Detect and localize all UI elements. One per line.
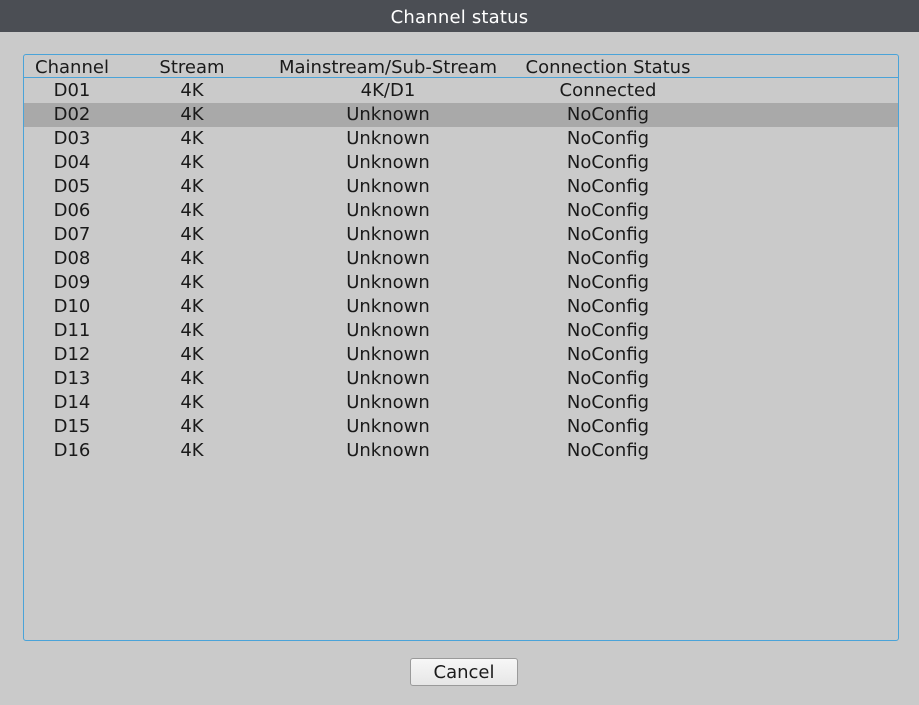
table-row[interactable]: D11 4K Unknown NoConfig xyxy=(24,319,898,343)
cell-stream: 4K xyxy=(180,416,204,437)
cell-mainstream-sub-stream: Unknown xyxy=(346,200,430,221)
cell-stream: 4K xyxy=(180,104,204,125)
table-row[interactable]: D12 4K Unknown NoConfig xyxy=(24,343,898,367)
cell-connection-status: NoConfig xyxy=(566,440,650,461)
cell-connection-status: Connected xyxy=(559,80,657,101)
cell-connection-status: NoConfig xyxy=(566,392,650,413)
cell-mainstream-sub-stream: Unknown xyxy=(346,248,430,269)
cell-mainstream-sub-stream: Unknown xyxy=(346,416,430,437)
cell-channel: D04 xyxy=(53,152,91,173)
cell-connection-status: NoConfig xyxy=(566,128,650,149)
cell-stream: 4K xyxy=(180,272,204,293)
dialog-title: Channel status xyxy=(0,0,919,32)
cell-mainstream-sub-stream: Unknown xyxy=(346,440,430,461)
cell-stream: 4K xyxy=(180,152,204,173)
cell-channel: D09 xyxy=(53,272,91,293)
cell-connection-status: NoConfig xyxy=(566,272,650,293)
cell-connection-status: NoConfig xyxy=(566,176,650,197)
cell-mainstream-sub-stream: Unknown xyxy=(346,224,430,245)
cell-channel: D15 xyxy=(53,416,91,437)
cell-mainstream-sub-stream: Unknown xyxy=(346,320,430,341)
cell-channel: D16 xyxy=(53,440,91,461)
column-header-stream[interactable]: Stream xyxy=(136,55,248,78)
cell-channel: D14 xyxy=(53,392,91,413)
cell-channel: D01 xyxy=(53,80,91,101)
cell-stream: 4K xyxy=(180,176,204,197)
cell-connection-status: NoConfig xyxy=(566,344,650,365)
cell-stream: 4K xyxy=(180,368,204,389)
cell-mainstream-sub-stream: Unknown xyxy=(346,128,430,149)
column-header-channel[interactable]: Channel xyxy=(24,55,120,78)
cell-mainstream-sub-stream: Unknown xyxy=(346,152,430,173)
cell-connection-status: NoConfig xyxy=(566,368,650,389)
column-header-mainstream-sub-stream[interactable]: Mainstream/Sub-Stream xyxy=(272,55,504,78)
cell-channel: D13 xyxy=(53,368,91,389)
cell-mainstream-sub-stream: Unknown xyxy=(346,272,430,293)
table-row[interactable]: D05 4K Unknown NoConfig xyxy=(24,175,898,199)
cell-mainstream-sub-stream: 4K/D1 xyxy=(360,80,416,101)
table-row[interactable]: D14 4K Unknown NoConfig xyxy=(24,391,898,415)
cell-stream: 4K xyxy=(180,392,204,413)
table-row[interactable]: D13 4K Unknown NoConfig xyxy=(24,367,898,391)
cell-connection-status: NoConfig xyxy=(566,104,650,125)
cell-channel: D06 xyxy=(53,200,91,221)
table-row[interactable]: D10 4K Unknown NoConfig xyxy=(24,295,898,319)
cell-connection-status: NoConfig xyxy=(566,248,650,269)
table-row[interactable]: D07 4K Unknown NoConfig xyxy=(24,223,898,247)
cell-mainstream-sub-stream: Unknown xyxy=(346,296,430,317)
cell-channel: D12 xyxy=(53,344,91,365)
cell-stream: 4K xyxy=(180,224,204,245)
table-row[interactable]: D04 4K Unknown NoConfig xyxy=(24,151,898,175)
cell-mainstream-sub-stream: Unknown xyxy=(346,176,430,197)
table-row[interactable]: D15 4K Unknown NoConfig xyxy=(24,415,898,439)
cell-channel: D05 xyxy=(53,176,91,197)
table-row[interactable]: D09 4K Unknown NoConfig xyxy=(24,271,898,295)
table-row[interactable]: D06 4K Unknown NoConfig xyxy=(24,199,898,223)
cell-connection-status: NoConfig xyxy=(566,152,650,173)
cell-stream: 4K xyxy=(180,320,204,341)
table-row[interactable]: D02 4K Unknown NoConfig xyxy=(24,103,898,127)
cell-stream: 4K xyxy=(180,80,204,101)
table-row[interactable]: D03 4K Unknown NoConfig xyxy=(24,127,898,151)
cell-stream: 4K xyxy=(180,200,204,221)
cell-channel: D10 xyxy=(53,296,91,317)
cell-connection-status: NoConfig xyxy=(566,200,650,221)
cell-stream: 4K xyxy=(180,128,204,149)
table-row[interactable]: D01 4K 4K/D1 Connected xyxy=(24,79,898,103)
column-header-connection-status[interactable]: Connection Status xyxy=(512,55,704,78)
cell-stream: 4K xyxy=(180,248,204,269)
cell-mainstream-sub-stream: Unknown xyxy=(346,344,430,365)
table-row[interactable]: D08 4K Unknown NoConfig xyxy=(24,247,898,271)
cell-connection-status: NoConfig xyxy=(566,320,650,341)
table-row[interactable]: D16 4K Unknown NoConfig xyxy=(24,439,898,463)
channel-status-table: Channel Stream Mainstream/Sub-Stream Con… xyxy=(23,54,899,641)
cell-mainstream-sub-stream: Unknown xyxy=(346,368,430,389)
cell-mainstream-sub-stream: Unknown xyxy=(346,104,430,125)
cell-mainstream-sub-stream: Unknown xyxy=(346,392,430,413)
cell-channel: D07 xyxy=(53,224,91,245)
table-header: Channel Stream Mainstream/Sub-Stream Con… xyxy=(24,55,898,78)
cell-connection-status: NoConfig xyxy=(566,416,650,437)
cell-stream: 4K xyxy=(180,296,204,317)
cell-channel: D03 xyxy=(53,128,91,149)
cell-connection-status: NoConfig xyxy=(566,224,650,245)
cell-channel: D08 xyxy=(53,248,91,269)
cell-connection-status: NoConfig xyxy=(566,296,650,317)
cell-stream: 4K xyxy=(180,344,204,365)
cell-stream: 4K xyxy=(180,440,204,461)
cell-channel: D11 xyxy=(53,320,91,341)
cell-channel: D02 xyxy=(53,104,91,125)
cancel-button[interactable]: Cancel xyxy=(410,658,518,686)
